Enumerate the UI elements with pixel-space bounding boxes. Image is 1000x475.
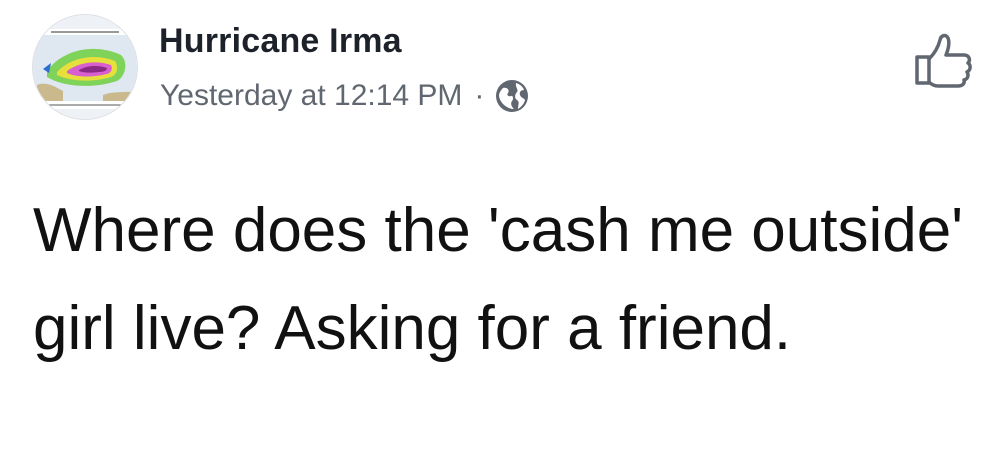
post-text: Where does the 'cash me outside' girl li… [33, 196, 964, 363]
hurricane-forecast-map-icon [33, 15, 137, 119]
globe-icon[interactable] [494, 78, 530, 114]
facebook-post: Hurricane Irma Yesterday at 12:14 PM · W… [0, 0, 1000, 475]
page-name[interactable]: Hurricane Irma [159, 22, 402, 61]
post-timestamp[interactable]: Yesterday at 12:14 PM [160, 79, 462, 113]
thumbs-up-icon [915, 33, 972, 88]
like-button[interactable] [912, 30, 974, 88]
meta-separator: · [474, 79, 485, 112]
page-avatar[interactable] [32, 14, 138, 120]
post-meta: Yesterday at 12:14 PM · [160, 78, 530, 114]
